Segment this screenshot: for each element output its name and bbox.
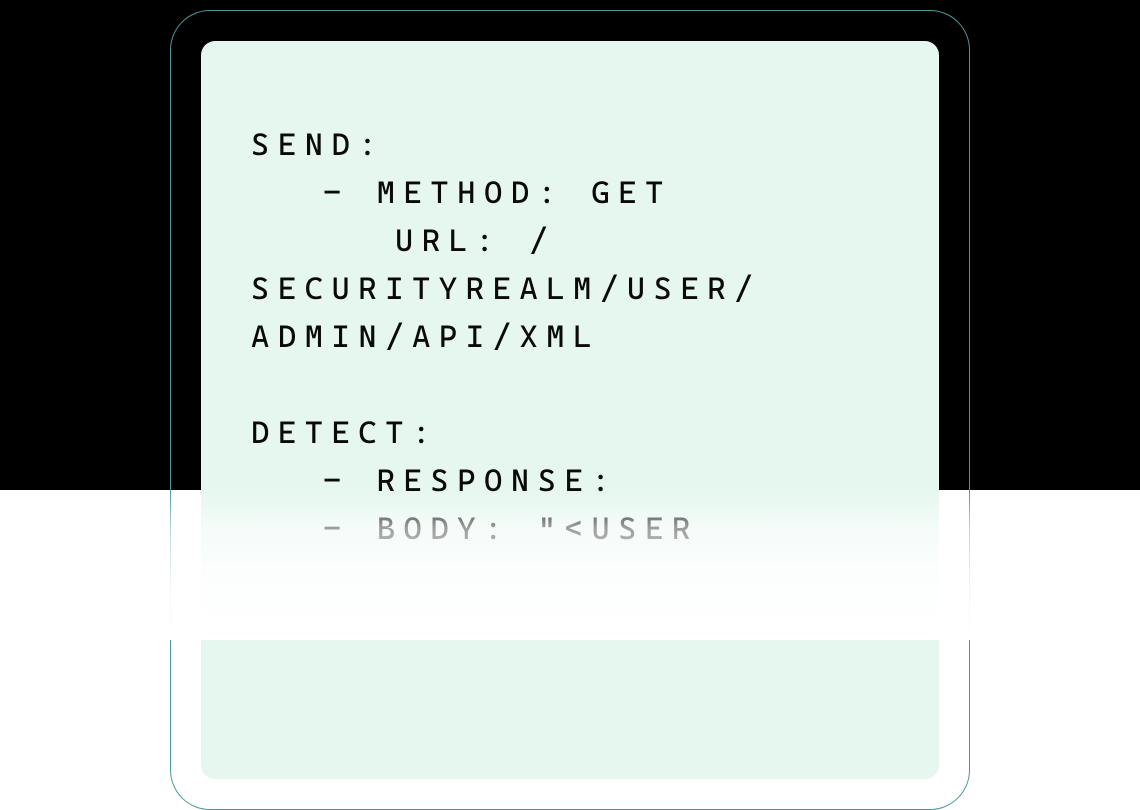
code-line-url-path-1: SECURITYREALM/USER/	[251, 265, 889, 313]
code-line-body: - BODY: "<USER	[251, 505, 889, 553]
code-line-url-path-2: ADMIN/API/XML	[251, 313, 889, 361]
code-line-method: - METHOD: GET	[251, 169, 889, 217]
code-window-frame: SEND: - METHOD: GET URL: / SECURITYREALM…	[170, 10, 970, 810]
code-line-detect: DETECT:	[251, 409, 889, 457]
code-line-response: - RESPONSE:	[251, 457, 889, 505]
code-line-send: SEND:	[251, 121, 889, 169]
code-line-blank	[251, 361, 889, 409]
code-panel: SEND: - METHOD: GET URL: / SECURITYREALM…	[201, 41, 939, 779]
code-line-url-label: URL: /	[251, 217, 889, 265]
